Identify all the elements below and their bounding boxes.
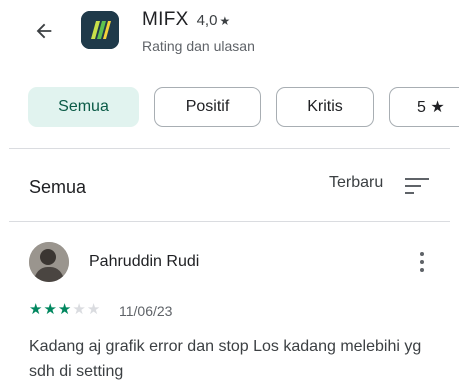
review-item: Pahruddin Rudi ★ ★ ★ ★ ★ 11/06/23 Kadang aj … (0, 230, 459, 391)
star-filled-icon: ★ (43, 301, 57, 318)
sort-button[interactable]: Terbaru (329, 174, 383, 192)
mifx-logo-icon (81, 11, 119, 49)
filter-chip-semua[interactable]: Semua (28, 87, 139, 127)
review-text: Kadang aj grafik error dan stop Los kada… (29, 338, 422, 380)
more-vert-icon[interactable] (412, 250, 432, 274)
sort-icon[interactable] (405, 177, 429, 195)
star-filled-icon: ★ (57, 301, 72, 318)
avatar (29, 242, 69, 282)
star-empty-icon: ★ (72, 301, 86, 318)
section-title: Semua (29, 177, 87, 197)
filter-chip-5-star[interactable]: 5 ★ (389, 87, 459, 127)
app-header: MIFX 4,0 ★ Rating dan ulasan (0, 0, 459, 70)
reviewer-name: Pahruddin Rudi (89, 253, 200, 270)
app-rating: 4,0 (196, 12, 218, 29)
back-button[interactable] (28, 15, 60, 47)
star-rating: ★ ★ ★ ★ ★ (29, 302, 100, 318)
arrow-back-icon (36, 23, 52, 39)
filter-chip-positif[interactable]: Positif (154, 87, 261, 127)
review-date: 11/06/23 (119, 303, 173, 319)
divider (9, 221, 450, 222)
app-name: MIFX (142, 9, 189, 30)
title-row: MIFX 4,0 ★ (142, 9, 230, 31)
divider (9, 148, 450, 149)
star-empty-icon: ★ (86, 301, 101, 318)
rating-star-icon: ★ (219, 14, 231, 28)
filter-chips: Semua Positif Kritis 5 ★ (28, 87, 459, 127)
star-filled-icon: ★ (29, 301, 43, 318)
page-subtitle: Rating dan ulasan (142, 38, 255, 54)
filter-chip-kritis[interactable]: Kritis (276, 87, 374, 127)
